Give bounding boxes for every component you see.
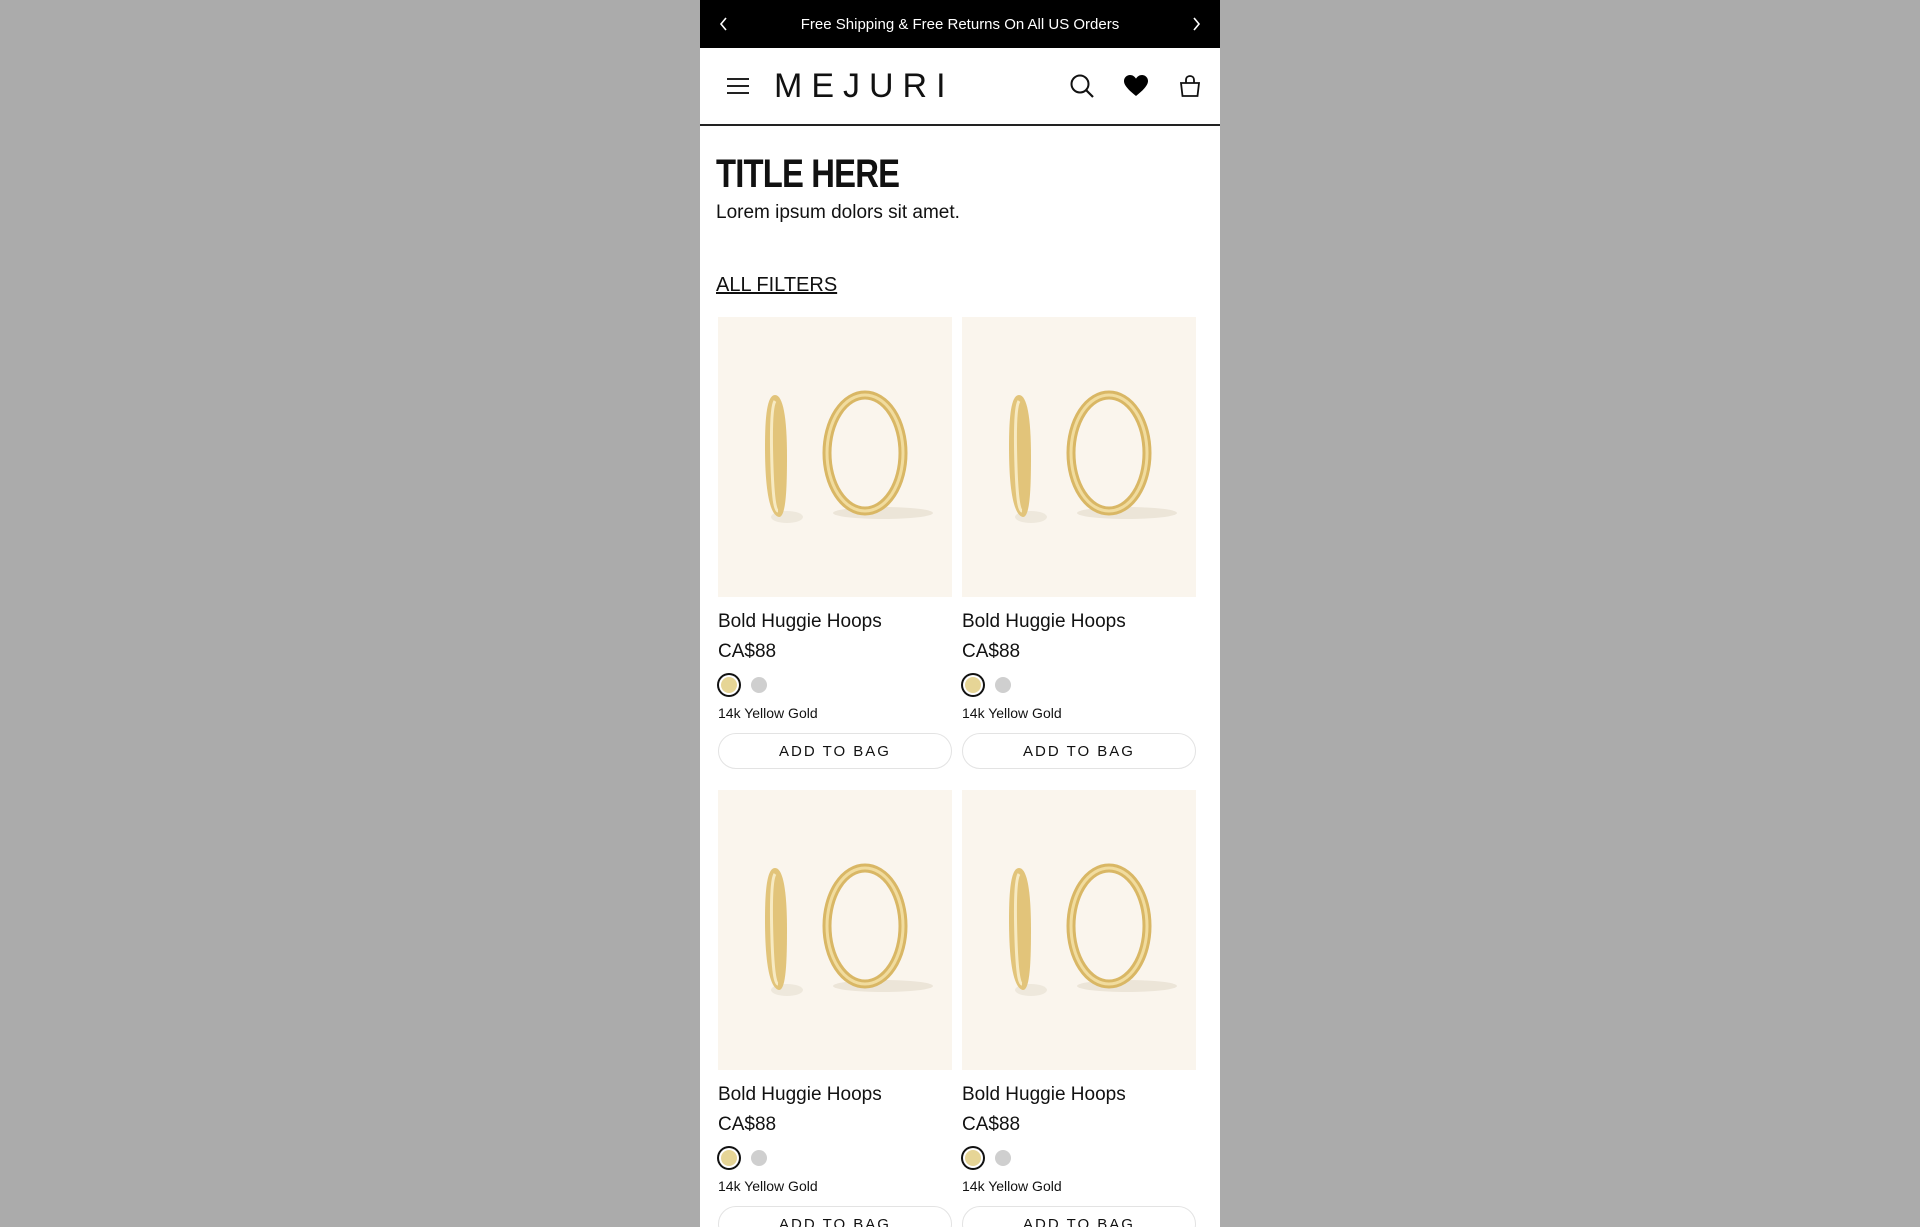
color-swatches	[718, 1150, 952, 1166]
promo-bar: Free Shipping & Free Returns On All US O…	[700, 0, 1220, 48]
mobile-viewport: Free Shipping & Free Returns On All US O…	[700, 0, 1220, 1227]
add-to-bag-button[interactable]: ADD TO BAG	[718, 1206, 952, 1227]
swatch-silver[interactable]	[751, 1150, 767, 1166]
brand-logo[interactable]: MEJURI	[774, 67, 955, 106]
product-grid: Bold Huggie Hoops CA$88 14k Yellow Gold …	[716, 317, 1204, 1227]
header-actions	[1068, 72, 1204, 100]
swatch-yellow-gold[interactable]	[965, 1150, 981, 1166]
product-card: Bold Huggie Hoops CA$88 14k Yellow Gold …	[962, 790, 1196, 1227]
variant-label: 14k Yellow Gold	[718, 705, 818, 721]
product-name[interactable]: Bold Huggie Hoops	[718, 611, 952, 633]
product-image[interactable]	[718, 790, 952, 1070]
product-card: Bold Huggie Hoops CA$88 14k Yellow Gold …	[718, 790, 952, 1227]
all-filters-link[interactable]: ALL FILTERS	[716, 274, 837, 297]
add-to-bag-button[interactable]: ADD TO BAG	[962, 733, 1196, 769]
promo-text: Free Shipping & Free Returns On All US O…	[800, 15, 1120, 33]
swatch-yellow-gold[interactable]	[965, 677, 981, 693]
product-price: CA$88	[718, 641, 777, 662]
color-swatches	[962, 677, 1196, 693]
swatch-silver[interactable]	[995, 677, 1011, 693]
hoop-earrings-image	[1009, 863, 1177, 996]
chevron-right-icon[interactable]	[1186, 14, 1206, 34]
product-name[interactable]: Bold Huggie Hoops	[962, 1084, 1196, 1106]
product-image[interactable]	[962, 317, 1196, 597]
search-icon[interactable]	[1068, 72, 1096, 100]
chevron-left-icon[interactable]	[714, 14, 734, 34]
hoop-earrings-image	[1009, 390, 1177, 523]
variant-label: 14k Yellow Gold	[962, 1178, 1062, 1194]
product-price: CA$88	[718, 1114, 777, 1135]
add-to-bag-button[interactable]: ADD TO BAG	[718, 733, 952, 769]
variant-label: 14k Yellow Gold	[962, 705, 1062, 721]
variant-label: 14k Yellow Gold	[718, 1178, 818, 1194]
swatch-silver[interactable]	[995, 1150, 1011, 1166]
heart-icon[interactable]	[1122, 72, 1150, 100]
product-card: Bold Huggie Hoops CA$88 14k Yellow Gold …	[718, 317, 952, 769]
hoop-earrings-image	[765, 390, 933, 523]
product-name[interactable]: Bold Huggie Hoops	[718, 1084, 952, 1106]
product-price: CA$88	[962, 1114, 1021, 1135]
color-swatches	[962, 1150, 1196, 1166]
product-price: CA$88	[962, 641, 1021, 662]
shopping-bag-icon[interactable]	[1176, 72, 1204, 100]
add-to-bag-button[interactable]: ADD TO BAG	[962, 1206, 1196, 1227]
swatch-yellow-gold[interactable]	[721, 1150, 737, 1166]
product-name[interactable]: Bold Huggie Hoops	[962, 611, 1196, 633]
product-image[interactable]	[962, 790, 1196, 1070]
product-image[interactable]	[718, 317, 952, 597]
swatch-silver[interactable]	[751, 677, 767, 693]
main-content: TITLE HERE Lorem ipsum dolors sit amet. …	[700, 126, 1220, 1227]
product-card: Bold Huggie Hoops CA$88 14k Yellow Gold …	[962, 317, 1196, 769]
page-title: TITLE HERE	[716, 152, 900, 196]
hoop-earrings-image	[765, 863, 933, 996]
color-swatches	[718, 677, 952, 693]
swatch-yellow-gold[interactable]	[721, 677, 737, 693]
site-header: MEJURI	[700, 48, 1220, 126]
page-subtitle: Lorem ipsum dolors sit amet.	[716, 202, 960, 223]
menu-icon[interactable]	[726, 74, 750, 98]
